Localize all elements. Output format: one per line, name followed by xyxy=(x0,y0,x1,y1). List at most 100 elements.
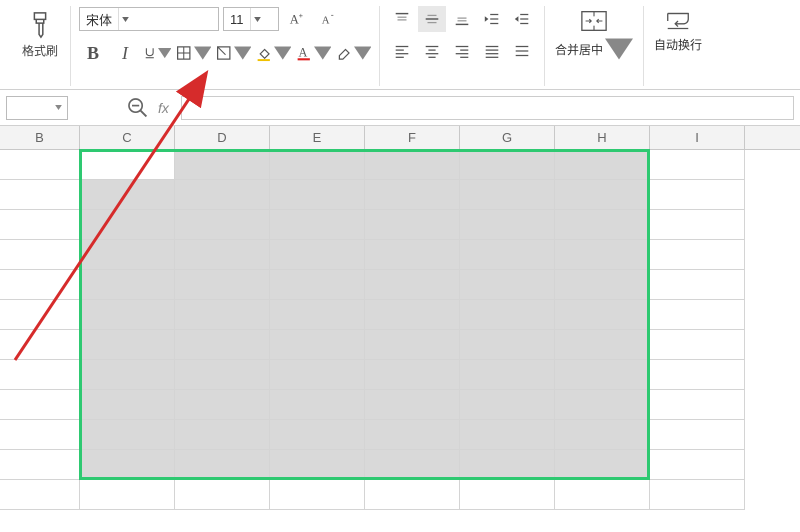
cell[interactable] xyxy=(650,420,745,450)
cell-style-button[interactable] xyxy=(215,40,251,66)
cell[interactable] xyxy=(460,360,555,390)
cell[interactable] xyxy=(650,210,745,240)
font-name-combo[interactable]: 宋体 xyxy=(79,7,219,31)
cell[interactable] xyxy=(270,450,365,480)
align-middle-button[interactable] xyxy=(418,6,446,32)
distribute-button[interactable] xyxy=(508,38,536,64)
cell[interactable] xyxy=(80,270,175,300)
cell[interactable] xyxy=(80,390,175,420)
font-color-button[interactable]: A xyxy=(295,40,331,66)
column-header[interactable]: D xyxy=(175,126,270,149)
decrease-font-button[interactable]: A - xyxy=(315,6,343,32)
cell[interactable] xyxy=(175,300,270,330)
cell[interactable] xyxy=(0,330,80,360)
cell[interactable] xyxy=(270,330,365,360)
cell[interactable] xyxy=(650,450,745,480)
cell[interactable] xyxy=(460,270,555,300)
cell[interactable] xyxy=(460,450,555,480)
underline-button[interactable] xyxy=(143,40,171,66)
cell[interactable] xyxy=(175,150,270,180)
cell[interactable] xyxy=(555,270,650,300)
align-top-button[interactable] xyxy=(388,6,416,32)
decrease-indent-button[interactable] xyxy=(478,6,506,32)
borders-button[interactable] xyxy=(175,40,211,66)
fill-color-button[interactable] xyxy=(255,40,291,66)
cell[interactable] xyxy=(80,180,175,210)
eraser-button[interactable] xyxy=(335,40,371,66)
column-header[interactable]: E xyxy=(270,126,365,149)
cell[interactable] xyxy=(80,480,175,510)
column-header[interactable]: F xyxy=(365,126,460,149)
cell[interactable] xyxy=(175,360,270,390)
cell[interactable] xyxy=(365,360,460,390)
formula-input[interactable] xyxy=(181,96,794,120)
cell[interactable] xyxy=(460,420,555,450)
cell[interactable] xyxy=(175,270,270,300)
cell[interactable] xyxy=(0,210,80,240)
font-size-combo[interactable]: 11 xyxy=(223,7,279,31)
cell[interactable] xyxy=(650,240,745,270)
cell[interactable] xyxy=(80,450,175,480)
cell[interactable] xyxy=(650,480,745,510)
cell[interactable] xyxy=(0,390,80,420)
cell[interactable] xyxy=(365,150,460,180)
cell[interactable] xyxy=(80,150,175,180)
cell[interactable] xyxy=(175,180,270,210)
cell[interactable] xyxy=(175,330,270,360)
cell[interactable] xyxy=(0,480,80,510)
cell[interactable] xyxy=(460,330,555,360)
cell[interactable] xyxy=(365,240,460,270)
cell[interactable] xyxy=(270,150,365,180)
cell[interactable] xyxy=(460,210,555,240)
align-left-button[interactable] xyxy=(388,38,416,64)
cell[interactable] xyxy=(80,210,175,240)
cell[interactable] xyxy=(270,210,365,240)
cell[interactable] xyxy=(175,240,270,270)
cell[interactable] xyxy=(175,210,270,240)
cell[interactable] xyxy=(650,390,745,420)
cell[interactable] xyxy=(365,450,460,480)
cell[interactable] xyxy=(555,480,650,510)
cell[interactable] xyxy=(460,390,555,420)
cell[interactable] xyxy=(0,450,80,480)
cell[interactable] xyxy=(555,330,650,360)
cell[interactable] xyxy=(0,300,80,330)
cell[interactable] xyxy=(80,240,175,270)
increase-indent-button[interactable] xyxy=(508,6,536,32)
cell[interactable] xyxy=(555,450,650,480)
cell[interactable] xyxy=(270,270,365,300)
cell[interactable] xyxy=(175,480,270,510)
cell[interactable] xyxy=(555,390,650,420)
cell[interactable] xyxy=(175,390,270,420)
cell[interactable] xyxy=(555,360,650,390)
cell[interactable] xyxy=(0,360,80,390)
cell[interactable] xyxy=(365,180,460,210)
cell[interactable] xyxy=(650,360,745,390)
cell[interactable] xyxy=(365,330,460,360)
insert-function-button[interactable]: fx xyxy=(158,100,169,116)
cell[interactable] xyxy=(0,420,80,450)
cell[interactable] xyxy=(460,240,555,270)
cell[interactable] xyxy=(175,450,270,480)
cell[interactable] xyxy=(0,240,80,270)
cell[interactable] xyxy=(365,390,460,420)
cell[interactable] xyxy=(650,270,745,300)
cell[interactable] xyxy=(555,180,650,210)
cell[interactable] xyxy=(80,300,175,330)
cell[interactable] xyxy=(365,210,460,240)
cell[interactable] xyxy=(460,150,555,180)
align-center-button[interactable] xyxy=(418,38,446,64)
justify-button[interactable] xyxy=(478,38,506,64)
column-header[interactable]: G xyxy=(460,126,555,149)
cell[interactable] xyxy=(80,420,175,450)
bold-button[interactable]: B xyxy=(79,40,107,66)
zoom-out-button[interactable] xyxy=(126,96,150,120)
merge-center-button[interactable]: 合并居中 xyxy=(551,6,637,64)
cell[interactable] xyxy=(555,420,650,450)
cell[interactable] xyxy=(365,300,460,330)
column-header[interactable]: H xyxy=(555,126,650,149)
cell[interactable] xyxy=(80,360,175,390)
cell[interactable] xyxy=(0,150,80,180)
cell[interactable] xyxy=(270,390,365,420)
cell[interactable] xyxy=(270,480,365,510)
